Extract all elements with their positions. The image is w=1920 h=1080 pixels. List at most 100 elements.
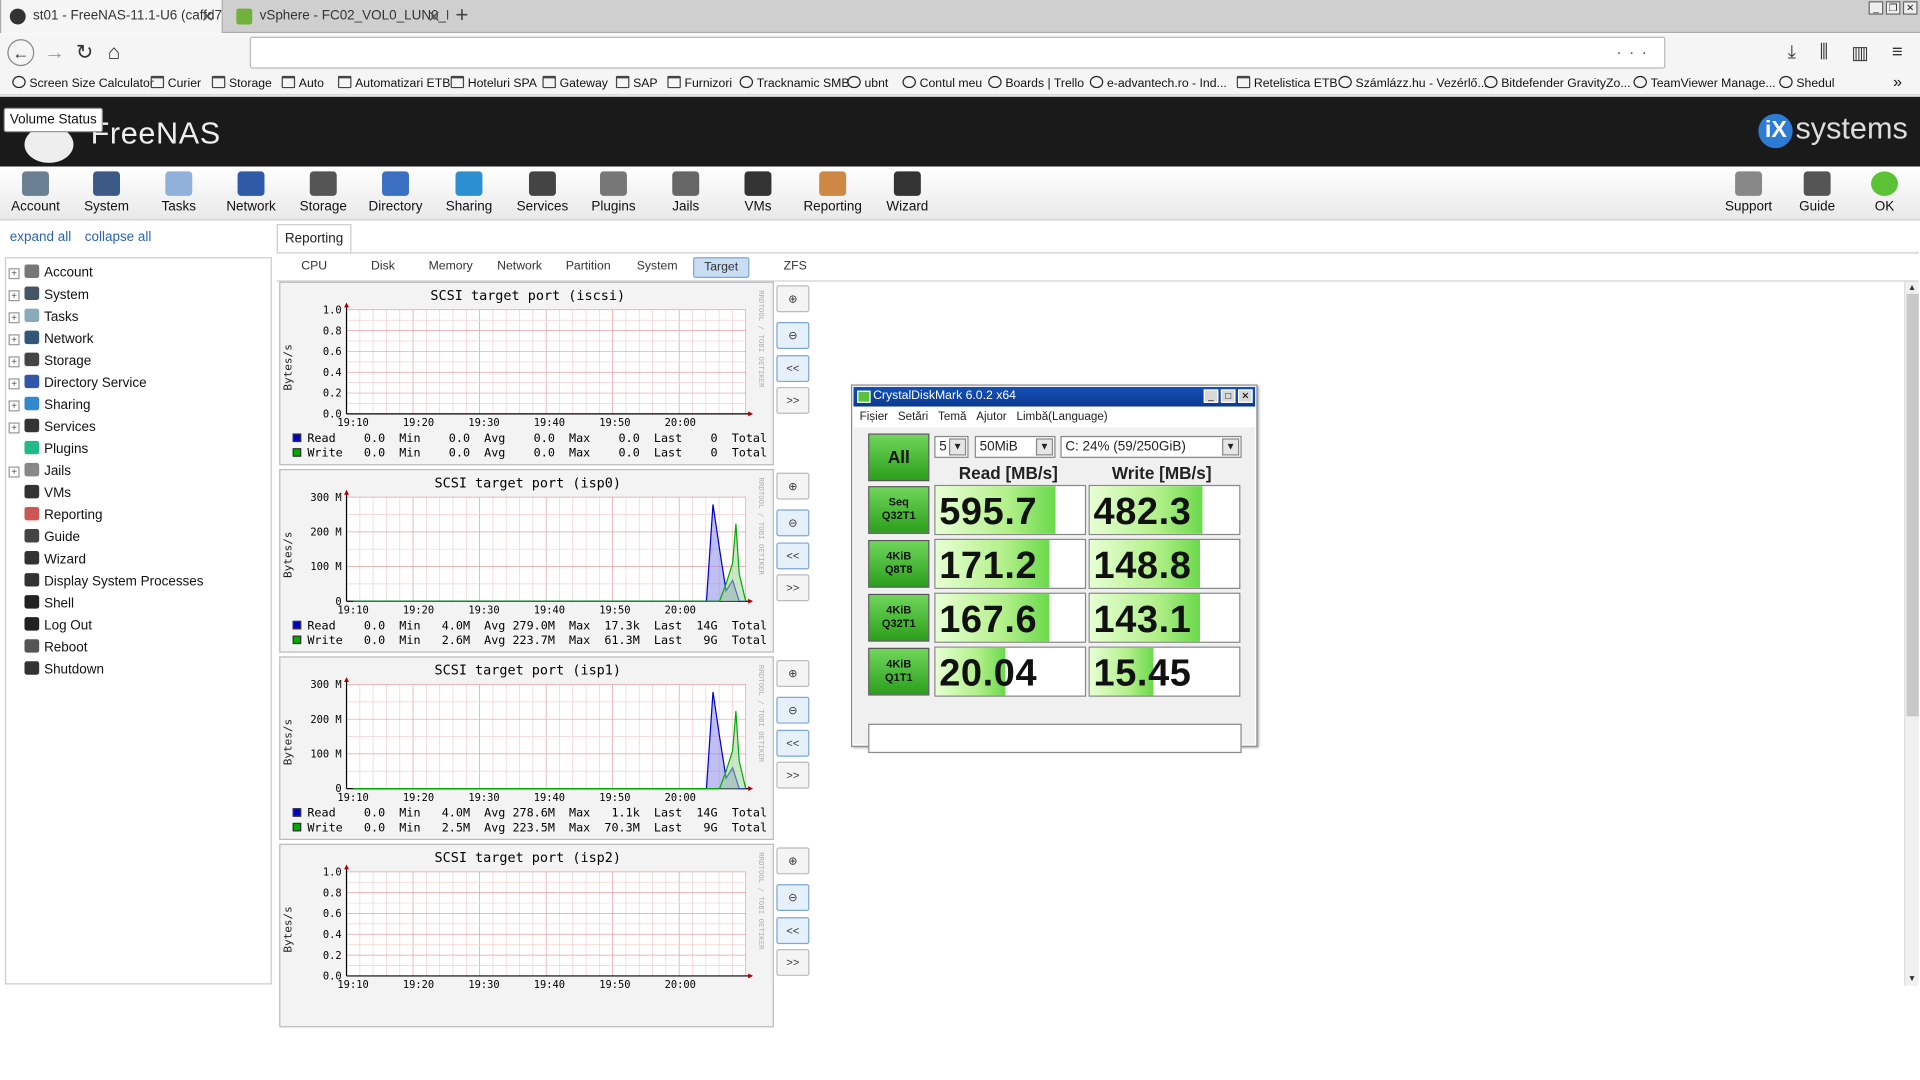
expand-toggle-icon[interactable]: + [8, 422, 20, 434]
scroll-up-icon[interactable]: ▲ [1908, 284, 1916, 293]
expand-toggle-icon[interactable]: + [8, 466, 20, 478]
bookmark-item[interactable]: Boards | Trello [988, 75, 1084, 91]
sidebar-item-account[interactable]: + Account [8, 262, 93, 284]
bookmark-item[interactable]: Contul meu [902, 75, 982, 91]
cdm-all-button[interactable]: All [868, 433, 930, 482]
bookmark-item[interactable]: Retelistica ETB [1236, 75, 1338, 91]
expand-toggle-icon[interactable]: + [8, 290, 20, 302]
toolbar-reporting[interactable]: Reporting [796, 171, 869, 214]
subtab-network[interactable]: Network [487, 257, 552, 278]
tab-reporting[interactable]: Reporting [276, 224, 352, 254]
cdm-minimize-icon[interactable]: _ [1203, 389, 1219, 403]
cdm-comment-field[interactable] [868, 723, 1242, 754]
toolbar-directory[interactable]: Directory [359, 171, 432, 214]
zoom-out-icon[interactable]: ⊖ [776, 509, 810, 537]
back-button[interactable]: << [776, 542, 810, 570]
bookmark-item[interactable]: Számlázz.hu - Vezérlő... [1338, 75, 1488, 91]
expand-toggle-icon[interactable]: + [8, 378, 20, 390]
sidebar-item-system[interactable]: + System [8, 284, 89, 306]
bookmark-item[interactable]: Shedul [1779, 75, 1834, 91]
menu-icon[interactable]: ≡ [1892, 42, 1903, 63]
cdm-count-select[interactable]: 5 ▼ [934, 435, 969, 458]
toolbar-tasks[interactable]: Tasks [142, 171, 215, 214]
subtab-disk[interactable]: Disk [361, 257, 404, 278]
forward-button[interactable]: >> [776, 386, 810, 414]
sidebar-item-log-out[interactable]: Log Out [9, 615, 92, 637]
cdm-menu-item[interactable]: Fișier [860, 410, 888, 423]
tab-freenas[interactable]: st01 - FreeNAS-11.1-U6 (caffd76f ✕ [0, 0, 223, 34]
url-bar[interactable]: ··· [249, 36, 1666, 69]
cdm-menu-item[interactable]: Temă [938, 410, 966, 423]
sidebar-toggle-icon[interactable]: ▥ [1851, 42, 1868, 64]
zoom-out-icon[interactable]: ⊖ [776, 322, 810, 349]
subtab-target[interactable]: Target [693, 257, 750, 278]
scroll-down-icon[interactable]: ▼ [1908, 975, 1916, 984]
more-bookmarks-icon[interactable]: » [1893, 72, 1902, 90]
back-button[interactable]: << [776, 729, 810, 757]
toolbar-system[interactable]: System [70, 171, 143, 214]
expand-all-link[interactable]: expand all [10, 230, 71, 245]
toolbar-support[interactable]: Support [1712, 171, 1785, 214]
sidebar-item-network[interactable]: + Network [8, 328, 93, 350]
bookmark-item[interactable]: Curier [150, 75, 201, 91]
library-icon[interactable]: ⫼ [1820, 42, 1828, 63]
cdm-size-select[interactable]: 50MiB ▼ [974, 435, 1056, 458]
new-tab-icon[interactable]: + [456, 2, 469, 28]
subtab-cpu[interactable]: CPU [291, 257, 336, 278]
sidebar-item-guide[interactable]: Guide [9, 527, 80, 549]
bookmark-item[interactable]: SAP [615, 75, 658, 91]
toolbar-account[interactable]: Account [0, 171, 72, 214]
expand-toggle-icon[interactable]: + [8, 268, 20, 280]
subtab-system[interactable]: System [627, 257, 687, 278]
sidebar-item-reboot[interactable]: Reboot [9, 637, 88, 659]
sidebar-item-shell[interactable]: Shell [9, 593, 74, 615]
cdm-test-button[interactable]: 4KiB Q32T1 [868, 593, 930, 642]
subtab-zfs[interactable]: ZFS [774, 257, 817, 278]
back-button[interactable]: << [776, 355, 810, 383]
toolbar-wizard[interactable]: Wizard [871, 171, 944, 214]
zoom-in-icon[interactable]: ⊕ [776, 285, 810, 313]
downloads-icon[interactable]: ⤓ [1788, 42, 1796, 63]
bookmark-item[interactable]: TeamViewer Manage... [1633, 75, 1776, 91]
zoom-in-icon[interactable]: ⊕ [776, 472, 810, 500]
content-scrollbar[interactable]: ▲ ▼ [1904, 281, 1919, 986]
sidebar-item-services[interactable]: + Services [8, 416, 96, 438]
expand-toggle-icon[interactable]: + [8, 334, 20, 346]
forward-button[interactable]: >> [776, 574, 810, 602]
zoom-out-icon[interactable]: ⊖ [776, 884, 810, 912]
bookmark-item[interactable]: ubnt [847, 75, 888, 91]
expand-toggle-icon[interactable]: + [8, 400, 20, 412]
zoom-out-icon[interactable]: ⊖ [776, 696, 810, 724]
sidebar-item-plugins[interactable]: Plugins [9, 438, 88, 460]
forward-button[interactable]: >> [776, 948, 810, 976]
sidebar-item-shutdown[interactable]: Shutdown [9, 659, 104, 681]
sidebar-item-jails[interactable]: + Jails [8, 460, 71, 482]
subtab-memory[interactable]: Memory [419, 257, 483, 278]
close-tab-icon[interactable]: ✕ [201, 0, 214, 33]
forward-button[interactable]: >> [776, 761, 810, 789]
sidebar-item-storage[interactable]: + Storage [8, 350, 91, 372]
collapse-all-link[interactable]: collapse all [85, 230, 152, 245]
home-icon[interactable]: ⌂ [108, 40, 121, 64]
cdm-test-button[interactable]: 4KiB Q1T1 [868, 647, 930, 696]
bookmark-item[interactable]: e-advantech.ro - Ind... [1089, 75, 1227, 91]
bookmark-item[interactable]: Storage [211, 75, 272, 91]
tab-vsphere[interactable]: vSphere - FC02_VOL0_LUN0_R5 ✕ [228, 0, 448, 33]
toolbar-storage[interactable]: Storage [287, 171, 360, 214]
scrollbar-thumb[interactable] [1906, 293, 1919, 717]
close-tab-icon[interactable]: ✕ [427, 0, 440, 33]
subtab-partition[interactable]: Partition [556, 257, 621, 278]
close-window-icon[interactable]: ✕ [1902, 1, 1918, 15]
toolbar-plugins[interactable]: Plugins [577, 171, 650, 214]
cdm-test-button[interactable]: Seq Q32T1 [868, 486, 930, 534]
forward-icon[interactable]: → [44, 40, 65, 64]
bookmark-item[interactable]: Auto [281, 75, 324, 91]
sidebar-item-display-system-processes[interactable]: Display System Processes [9, 571, 204, 593]
minimize-icon[interactable]: _ [1868, 1, 1884, 15]
sidebar-item-reporting[interactable]: Reporting [9, 504, 102, 526]
bookmark-item[interactable]: Hoteluri SPA [450, 75, 537, 91]
toolbar-vms[interactable]: VMs [721, 171, 794, 214]
bookmark-item[interactable]: Tracknamic SMB [739, 75, 850, 91]
sidebar-item-tasks[interactable]: + Tasks [8, 306, 79, 328]
toolbar-sharing[interactable]: Sharing [432, 171, 505, 214]
